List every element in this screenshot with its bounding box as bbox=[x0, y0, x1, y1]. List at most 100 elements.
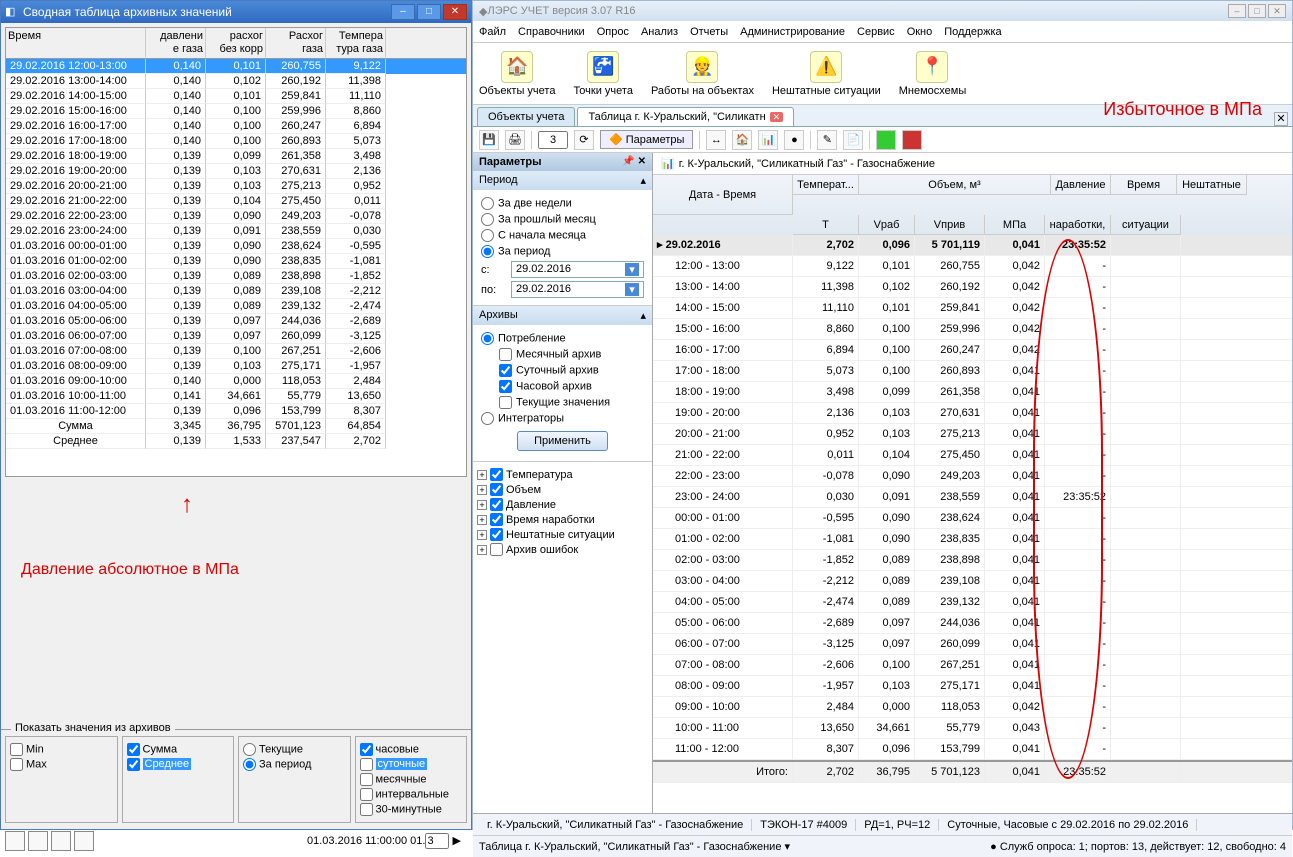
tool-btn-4[interactable] bbox=[74, 831, 94, 851]
table-row[interactable]: 29.02.2016 23:00-24:000,1390,091238,5590… bbox=[6, 224, 466, 239]
rad-two-weeks[interactable]: За две недели bbox=[481, 197, 644, 210]
table-row[interactable]: 01.03.2016 05:00-06:000,1390,097244,036-… bbox=[6, 314, 466, 329]
close-button[interactable]: ✕ bbox=[1268, 4, 1286, 18]
status-spinner[interactable] bbox=[425, 833, 449, 849]
col-t[interactable]: T bbox=[793, 215, 859, 235]
chk-monthly-arch[interactable]: Месячный архив bbox=[499, 348, 644, 361]
chk-avg[interactable]: Среднее bbox=[127, 758, 230, 771]
menu-item[interactable]: Администрирование bbox=[740, 26, 845, 38]
rad-last-month[interactable]: За прошлый месяц bbox=[481, 213, 644, 226]
table-row[interactable]: 05:00 - 06:00-2,6890,097244,0360,041- bbox=[653, 613, 1292, 634]
table-row[interactable]: 01.03.2016 04:00-05:000,1390,089239,132-… bbox=[6, 299, 466, 314]
home-icon[interactable]: 🏠 bbox=[732, 130, 752, 150]
rad-integrators[interactable]: Интеграторы bbox=[481, 412, 644, 425]
chk-daily[interactable]: суточные bbox=[360, 758, 463, 771]
chk-current-vals[interactable]: Текущие значения bbox=[499, 396, 644, 409]
table-row[interactable]: 00:00 - 01:00-0,5950,090238,6240,041- bbox=[653, 508, 1292, 529]
col-volume-group[interactable]: Объем, м³ bbox=[859, 175, 1051, 195]
table-row[interactable]: 03:00 - 04:00-2,2120,089239,1080,041- bbox=[653, 571, 1292, 592]
group-period[interactable]: Период▴ bbox=[473, 171, 652, 190]
menu-item[interactable]: Файл bbox=[479, 26, 506, 38]
menu-item[interactable]: Анализ bbox=[641, 26, 678, 38]
rad-period[interactable]: За период bbox=[243, 758, 346, 771]
table-row[interactable]: 29.02.2016 17:00-18:000,1400,100260,8935… bbox=[6, 134, 466, 149]
rad-custom-period[interactable]: За период bbox=[481, 245, 644, 258]
date-to[interactable]: 29.02.2016▾ bbox=[511, 281, 644, 298]
col-pressure[interactable]: давлени е газа bbox=[146, 28, 206, 58]
table-row[interactable]: 20:00 - 21:000,9520,103275,2130,041- bbox=[653, 424, 1292, 445]
tree-node[interactable]: + Давление bbox=[477, 498, 648, 511]
sync-icon[interactable]: ↔ bbox=[706, 130, 726, 150]
chk-monthly[interactable]: месячные bbox=[360, 773, 463, 786]
table-row[interactable]: 01:00 - 02:00-1,0810,090238,8350,041- bbox=[653, 529, 1292, 550]
close-button[interactable]: ✕ bbox=[443, 4, 467, 20]
collapse-icon[interactable]: ▴ bbox=[640, 174, 646, 187]
table-row[interactable]: 15:00 - 16:008,8600,100259,9960,042- bbox=[653, 319, 1292, 340]
table-row[interactable]: 29.02.2016 18:00-19:000,1390,099261,3583… bbox=[6, 149, 466, 164]
bulb-icon[interactable]: ● bbox=[784, 130, 804, 150]
col-pressure-group[interactable]: Давление bbox=[1051, 175, 1111, 195]
group-archives[interactable]: Архивы▴ bbox=[473, 306, 652, 325]
save-icon[interactable]: 💾 bbox=[479, 130, 499, 150]
table-row[interactable]: 01.03.2016 06:00-07:000,1390,097260,099-… bbox=[6, 329, 466, 344]
table-row[interactable]: 13:00 - 14:0011,3980,102260,1920,042- bbox=[653, 277, 1292, 298]
tool-btn-1[interactable] bbox=[5, 831, 25, 851]
titlebar[interactable]: ◆ ЛЭРС УЧЕТ версия 3.07 R16 – □ ✕ bbox=[473, 1, 1292, 21]
table-row[interactable]: 08:00 - 09:00-1,9570,103275,1710,041- bbox=[653, 676, 1292, 697]
menu-item[interactable]: Справочники bbox=[518, 26, 585, 38]
rad-current[interactable]: Текущие bbox=[243, 743, 346, 756]
col-flow-uncorr[interactable]: расхог без корр bbox=[206, 28, 266, 58]
collapse-icon[interactable]: ▴ bbox=[640, 309, 646, 322]
col-datetime[interactable]: Дата - Время bbox=[653, 175, 793, 215]
grid-body[interactable]: ▸ 29.02.20162,7020,0965 701,1190,04123:3… bbox=[653, 235, 1292, 813]
menu-item[interactable]: Окно bbox=[907, 26, 933, 38]
table-row[interactable]: 18:00 - 19:003,4980,099261,3580,041- bbox=[653, 382, 1292, 403]
table-row[interactable]: 01.03.2016 00:00-01:000,1390,090238,624-… bbox=[6, 239, 466, 254]
minimize-button[interactable]: – bbox=[391, 4, 415, 20]
tree-node[interactable]: + Объем bbox=[477, 483, 648, 496]
table-row[interactable]: 01.03.2016 02:00-03:000,1390,089238,898-… bbox=[6, 269, 466, 284]
col-mpa[interactable]: МПа bbox=[985, 215, 1045, 235]
refresh-icon[interactable]: ⟳ bbox=[574, 130, 594, 150]
col-alarms-group[interactable]: Нештатные bbox=[1177, 175, 1247, 195]
table-row[interactable]: 29.02.2016 20:00-21:000,1390,103275,2130… bbox=[6, 179, 466, 194]
chk-hourly[interactable]: часовые bbox=[360, 743, 463, 756]
toolbar-item[interactable]: 🚰Точки учета bbox=[573, 51, 633, 97]
status-left[interactable]: Таблица г. К-Уральский, "Силикатный Газ"… bbox=[479, 840, 790, 853]
table-row[interactable]: 22:00 - 23:00-0,0780,090249,2030,041- bbox=[653, 466, 1292, 487]
table-row[interactable]: 06:00 - 07:00-3,1250,097260,0990,041- bbox=[653, 634, 1292, 655]
table-row[interactable]: 04:00 - 05:00-2,4740,089239,1320,041- bbox=[653, 592, 1292, 613]
tree-node[interactable]: + Время наработки bbox=[477, 513, 648, 526]
chk-hourly-arch[interactable]: Часовой архив bbox=[499, 380, 644, 393]
table-row[interactable]: 01.03.2016 01:00-02:000,1390,090238,835-… bbox=[6, 254, 466, 269]
table-row[interactable]: 29.02.2016 12:00-13:000,1400,101260,7559… bbox=[6, 59, 466, 74]
tab-objects[interactable]: Объекты учета bbox=[477, 107, 575, 126]
menu-item[interactable]: Сервис bbox=[857, 26, 895, 38]
tab-table[interactable]: Таблица г. К-Уральский, "Силикатн✕ bbox=[577, 107, 794, 126]
chk-interval[interactable]: интервальные bbox=[360, 788, 463, 801]
tool-btn-2[interactable] bbox=[28, 831, 48, 851]
expand-icon[interactable]: + bbox=[477, 470, 487, 480]
table-row[interactable]: 19:00 - 20:002,1360,103270,6310,041- bbox=[653, 403, 1292, 424]
table-row[interactable]: 09:00 - 10:002,4840,000118,0530,042- bbox=[653, 697, 1292, 718]
menu-item[interactable]: Поддержка bbox=[944, 26, 1001, 38]
expand-icon[interactable]: + bbox=[477, 485, 487, 495]
menu-item[interactable]: Отчеты bbox=[690, 26, 728, 38]
minimize-button[interactable]: – bbox=[1228, 4, 1246, 18]
col-temp[interactable]: Темпера тура газа bbox=[326, 28, 386, 58]
table-row[interactable]: 01.03.2016 11:00-12:000,1390,096153,7998… bbox=[6, 404, 466, 419]
status-red-icon[interactable] bbox=[902, 130, 922, 150]
edit-icon[interactable]: ✎ bbox=[817, 130, 837, 150]
table-row[interactable]: 17:00 - 18:005,0730,100260,8930,041- bbox=[653, 361, 1292, 382]
col-vrab[interactable]: Vраб bbox=[859, 215, 915, 235]
table-row[interactable]: 12:00 - 13:009,1220,101260,7550,042- bbox=[653, 256, 1292, 277]
table-row[interactable]: 16:00 - 17:006,8940,100260,2470,042- bbox=[653, 340, 1292, 361]
expand-icon[interactable]: + bbox=[477, 515, 487, 525]
table-row[interactable]: 01.03.2016 08:00-09:000,1390,103275,171-… bbox=[6, 359, 466, 374]
table-row[interactable]: 01.03.2016 03:00-04:000,1390,089239,108-… bbox=[6, 284, 466, 299]
toolbar-item[interactable]: 🏠Объекты учета bbox=[479, 51, 555, 97]
table-row[interactable]: 29.02.2016 21:00-22:000,1390,104275,4500… bbox=[6, 194, 466, 209]
table-row[interactable]: 29.02.2016 13:00-14:000,1400,102260,1921… bbox=[6, 74, 466, 89]
status-green-icon[interactable] bbox=[876, 130, 896, 150]
expand-icon[interactable]: + bbox=[477, 545, 487, 555]
